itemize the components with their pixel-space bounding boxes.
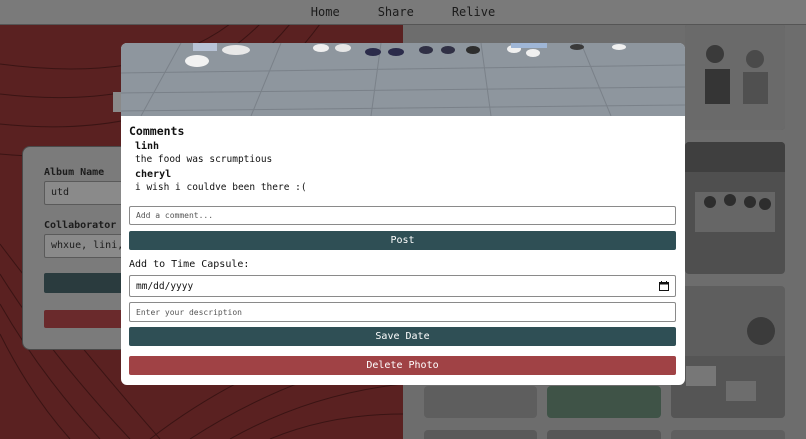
delete-photo-button[interactable]: Delete Photo (129, 356, 676, 375)
time-capsule-label: Add to Time Capsule: (129, 259, 250, 270)
calendar-icon[interactable] (659, 281, 669, 291)
nav-share-link[interactable]: Share (378, 5, 414, 19)
comment-author: cheryl (135, 169, 172, 180)
save-date-button[interactable]: Save Date (129, 327, 676, 346)
photo-preview (121, 43, 685, 116)
date-value: mm/dd/yyyy (136, 280, 194, 292)
photo-detail-modal: Comments linh the food was scrumptious c… (121, 43, 685, 385)
date-input[interactable]: mm/dd/yyyy (129, 275, 676, 297)
photo-thumbnail[interactable] (671, 286, 785, 418)
photo-thumbnail[interactable] (685, 24, 785, 130)
nav-home-link[interactable]: Home (311, 5, 340, 19)
photo-thumbnail[interactable] (547, 430, 661, 439)
album-name-label: Album Name (44, 167, 105, 178)
nav-relive-link[interactable]: Relive (452, 5, 495, 19)
photo-thumbnail[interactable] (671, 430, 785, 439)
comment-input[interactable]: Add a comment... (129, 206, 676, 225)
photo-thumbnail[interactable] (424, 386, 537, 418)
post-comment-button[interactable]: Post (129, 231, 676, 250)
description-input[interactable]: Enter your description (129, 302, 676, 322)
comment-author: linh (135, 141, 160, 152)
photo-thumbnail[interactable] (685, 142, 785, 274)
comment-text: i wish i couldve been there :( (135, 182, 307, 193)
comments-heading: Comments (129, 124, 185, 138)
comment-text: the food was scrumptious (135, 154, 273, 165)
photo-thumbnail[interactable] (424, 430, 537, 439)
top-navbar: Home Share Relive (0, 0, 806, 25)
photo-thumbnail[interactable] (547, 386, 661, 418)
